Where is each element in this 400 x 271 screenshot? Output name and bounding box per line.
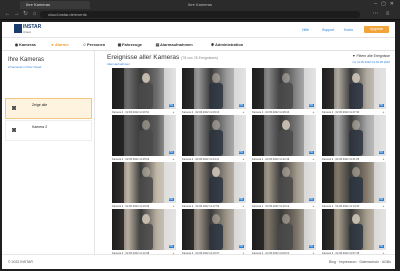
scrollbar[interactable] — [395, 22, 400, 269]
main-nav: ◉Kameras ●Alarme ☺Personen ▣Fahrzeuge ▤A… — [2, 39, 395, 51]
event-thumbnail[interactable]: HD Kamera 2 · 02.06.2022 11:14:40 ▲ — [322, 162, 386, 210]
address-bar[interactable]: cloud.instar.de/events — [40, 11, 360, 18]
hd-badge: HD — [308, 104, 314, 107]
event-snapshot[interactable]: HD — [112, 209, 176, 250]
events-content: Ereignisse aller Kameras (78 von 78 Erei… — [107, 51, 392, 257]
event-thumbnail[interactable]: HD Kamera 2 · 02.06.2022 11:21:05 ▲ — [322, 115, 386, 163]
event-snapshot[interactable]: HD — [252, 162, 316, 203]
hd-badge: HD — [168, 245, 174, 248]
hd-badge: HD — [378, 198, 384, 201]
event-thumbnail[interactable]: HDKamera 2 · 02.06.2022 11:07:45▲ — [322, 209, 386, 257]
instar-logo[interactable]: INSTAR Cloud — [14, 24, 41, 36]
back-icon[interactable]: ← — [4, 11, 11, 18]
event-thumbnail[interactable]: HD Kamera 2 · 02.06.2022 11:16:12 ▲ — [252, 162, 316, 210]
event-snapshot[interactable]: HD — [182, 162, 246, 203]
menu-icon[interactable]: ≡ — [384, 11, 391, 18]
page-title: Ereignisse aller Kameras (78 von 78 Erei… — [107, 54, 219, 61]
event-snapshot[interactable]: HD — [182, 209, 246, 250]
forward-icon[interactable]: → — [13, 11, 20, 18]
event-snapshot[interactable]: HD — [112, 162, 176, 203]
sidebar: Ihre Kameras 2 Kameras in Ihrer Cloud ◙ … — [2, 51, 95, 254]
footer: © 2022 INSTAR Blog · Impressum · Datensc… — [2, 254, 395, 269]
header-link-support[interactable]: Support — [322, 28, 334, 32]
browser-tabbar: Ihre Kameras Ihre Kameras –▢✕ — [0, 0, 400, 9]
event-thumbnail[interactable]: HDKamera 2 · 02.06.2022 11:10:37▲ — [182, 209, 246, 257]
camera-item-all[interactable]: ◙ Zeige alle — [5, 98, 92, 119]
hd-badge: HD — [308, 151, 314, 154]
event-thumbnail[interactable]: HD Kamera 2 · 02.06.2022 11:29:13 ▲ — [182, 68, 246, 116]
sidebar-subtitle: 2 Kameras in Ihrer Cloud — [8, 65, 42, 69]
nav-recordings[interactable]: ▤Alarmaufnahmen — [155, 42, 193, 48]
event-thumbnail[interactable]: HD Kamera 2 · 02.06.2022 11:22:49 ▲ — [252, 115, 316, 163]
hd-badge: HD — [238, 151, 244, 154]
app-header: INSTAR Cloud Hilfe Support Konto Upgrade — [2, 22, 395, 38]
event-snapshot[interactable]: HD — [112, 115, 176, 156]
event-snapshot[interactable]: HD — [322, 115, 386, 156]
window-title: Ihre Kameras — [187, 2, 212, 7]
event-snapshot[interactable]: HD — [322, 209, 386, 250]
page: INSTAR Cloud Hilfe Support Konto Upgrade… — [2, 22, 395, 269]
footer-links[interactable]: Blog · Impressum · Datenschutz · AGBs — [329, 260, 391, 264]
event-snapshot[interactable]: HD — [322, 162, 386, 203]
event-thumbnail[interactable]: HD Kamera 2 · 02.06.2022 11:25:02 ▲ — [112, 115, 176, 163]
event-thumbnail[interactable]: HD Kamera 2 · 02.06.2022 11:19:33 ▲ — [112, 162, 176, 210]
event-grid: HD Kamera 2 · 02.06.2022 11:29:51 ▲ HD Kamer… — [112, 68, 390, 257]
hd-badge: HD — [378, 151, 384, 154]
event-snapshot[interactable]: HD — [252, 68, 316, 109]
browser-toolbar: ← → ↻ ⌂ cloud.instar.de/events ⋯ ≡ — [0, 9, 400, 20]
camera-icon: ◙ — [12, 127, 17, 134]
event-thumbnail[interactable]: HD Kamera 2 · 02.06.2022 11:29:51 ▲ — [112, 68, 176, 116]
camera-item-2[interactable]: ◙ Kamera 2 — [5, 120, 92, 141]
nav-admin[interactable]: ✱Administration — [210, 42, 243, 48]
nav-persons[interactable]: ☺Personen — [82, 42, 105, 48]
hd-badge: HD — [168, 151, 174, 154]
upgrade-button[interactable]: Upgrade — [364, 26, 389, 33]
event-snapshot[interactable]: HD — [182, 115, 246, 156]
hd-badge: HD — [168, 198, 174, 201]
hd-badge: HD — [378, 245, 384, 248]
hd-badge: HD — [378, 104, 384, 107]
hd-badge: HD — [238, 104, 244, 107]
event-snapshot[interactable]: HD — [112, 68, 176, 109]
event-thumbnail[interactable]: HD Kamera 2 · 02.06.2022 11:28:44 ▲ — [252, 68, 316, 116]
nav-vehicles[interactable]: ▣Fahrzeuge — [117, 42, 142, 48]
date-range[interactable]: vor 11.05.2022 bis 02.06.2022 — [352, 60, 390, 64]
event-thumbnail[interactable]: HDKamera 2 · 02.06.2022 11:09:21▲ — [252, 209, 316, 257]
hd-badge: HD — [308, 198, 314, 201]
event-thumbnail[interactable]: HD Kamera 2 · 02.06.2022 11:27:30 ▲ — [322, 68, 386, 116]
reload-icon[interactable]: ↻ — [22, 11, 29, 18]
event-snapshot[interactable]: HD — [252, 209, 316, 250]
camera-icon: ◙ — [12, 105, 17, 112]
header-link-help[interactable]: Hilfe — [302, 28, 309, 32]
extensions-icon[interactable]: ⋯ — [372, 11, 379, 18]
event-snapshot[interactable]: HD — [182, 68, 246, 109]
nav-alarms[interactable]: ●Alarme — [50, 42, 68, 48]
event-snapshot[interactable]: HD — [252, 115, 316, 156]
hd-badge: HD — [238, 198, 244, 201]
window-controls[interactable]: –▢✕ — [374, 1, 398, 7]
header-link-account[interactable]: Konto — [344, 28, 353, 32]
sidebar-title: Ihre Kameras — [8, 57, 45, 63]
event-thumbnail[interactable]: HD Kamera 2 · 02.06.2022 11:17:54 ▲ — [182, 162, 246, 210]
hd-badge: HD — [238, 245, 244, 248]
footer-copyright: © 2022 INSTAR — [8, 260, 33, 264]
hd-badge: HD — [308, 245, 314, 248]
event-thumbnail[interactable]: HDKamera 2 · 02.06.2022 11:12:08▲ — [112, 209, 176, 257]
event-snapshot[interactable]: HD — [322, 68, 386, 109]
events-subtitle[interactable]: Alarmaufnahmen — [107, 62, 130, 66]
nav-cameras[interactable]: ◉Kameras — [14, 42, 36, 48]
filter-button[interactable]: ▼ Filtern alle Ereignisse — [352, 54, 390, 58]
home-icon[interactable]: ⌂ — [31, 11, 38, 18]
event-thumbnail[interactable]: HD Kamera 2 · 02.06.2022 11:24:11 ▲ — [182, 115, 246, 163]
hd-badge: HD — [168, 104, 174, 107]
